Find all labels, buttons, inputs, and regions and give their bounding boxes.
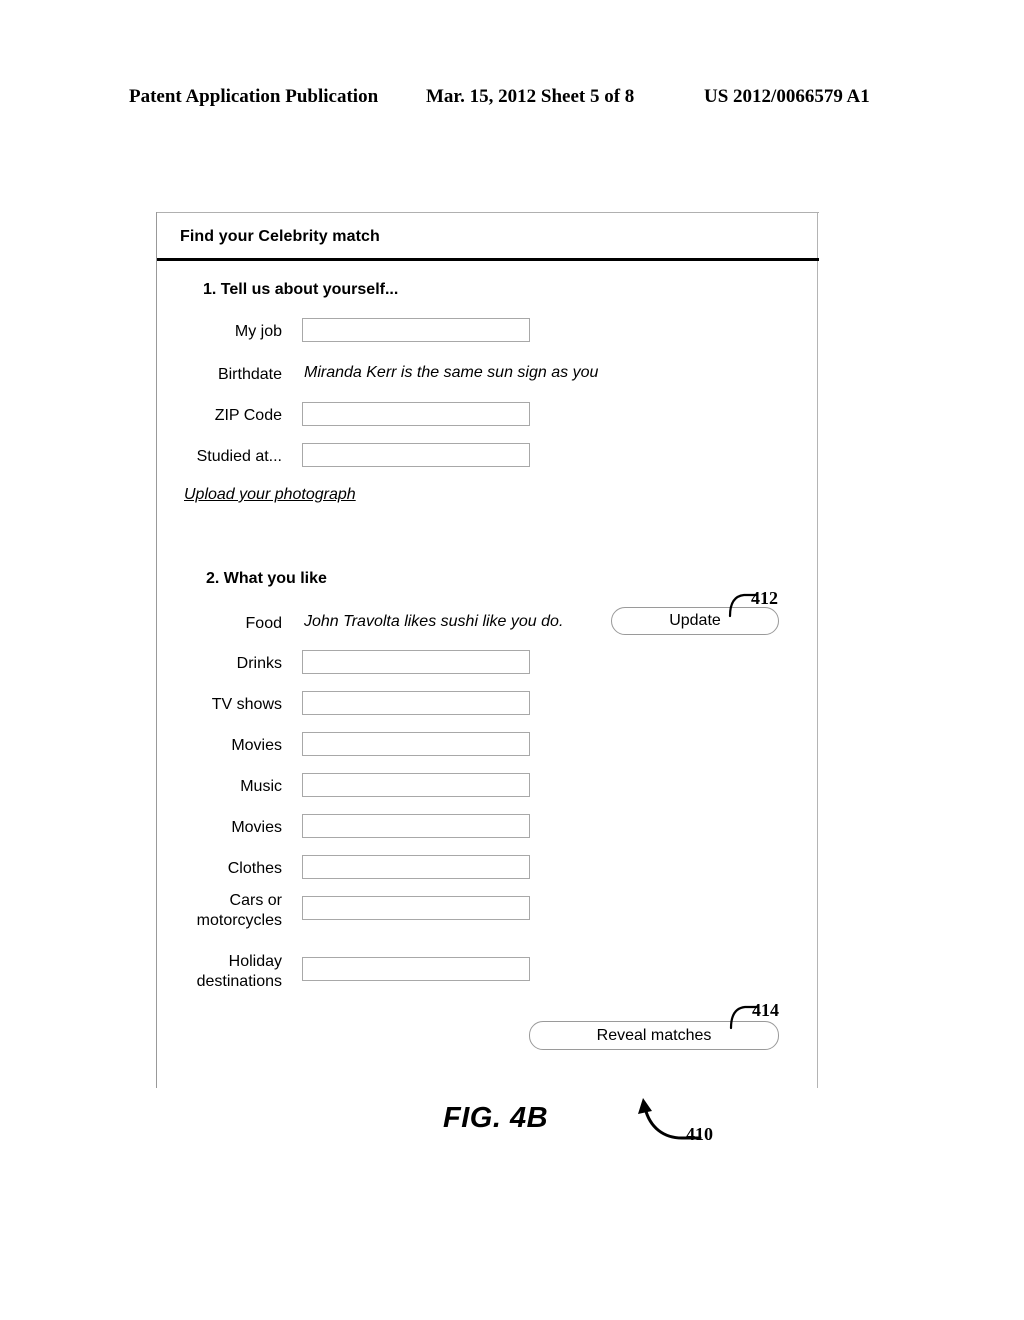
callout-label-410: 410	[686, 1124, 713, 1144]
publication-header-number: US 2012/0066579 A1	[704, 86, 870, 107]
panel-divider-rule	[157, 258, 819, 261]
label-movies-2: Movies	[231, 819, 282, 836]
form-row-clothes: Clothes	[156, 855, 856, 885]
label-tv-shows: TV shows	[211, 696, 282, 713]
page-title: Find your Celebrity match	[180, 228, 380, 245]
section-2-heading: 2. What you like	[206, 570, 327, 587]
input-clothes[interactable]	[302, 855, 530, 879]
form-row-tv-shows: TV shows	[156, 691, 856, 721]
label-music: Music	[240, 778, 282, 795]
publication-header-date: Mar. 15, 2012 Sheet 5 of 8	[426, 86, 635, 107]
input-movies-1[interactable]	[302, 732, 530, 756]
form-row-zip-code: ZIP Code	[156, 402, 856, 432]
form-row-holiday-destinations: Holiday destinations	[156, 953, 856, 990]
label-my-job: My job	[234, 323, 282, 340]
label-clothes: Clothes	[227, 860, 282, 877]
form-row-cars-or-motorcycles: Cars or motorcycles	[156, 892, 856, 929]
figure-caption: FIG. 4B	[443, 1102, 549, 1134]
input-tv-shows[interactable]	[302, 691, 530, 715]
form-row-birthdate: Birthdate Miranda Kerr is the same sun s…	[156, 361, 856, 391]
input-movies-2[interactable]	[302, 814, 530, 838]
form-row-movies-2: Movies	[156, 814, 856, 844]
input-music[interactable]	[302, 773, 530, 797]
input-studied-at[interactable]	[302, 443, 530, 467]
input-cars-or-motorcycles[interactable]	[302, 896, 530, 920]
callout-label-414: 414	[752, 1000, 779, 1020]
label-food: Food	[245, 615, 282, 632]
input-holiday-destinations[interactable]	[302, 957, 530, 981]
food-match-message: John Travolta likes sushi like you do.	[304, 613, 564, 630]
birthdate-match-message: Miranda Kerr is the same sun sign as you	[304, 364, 599, 381]
form-row-studied-at: Studied at...	[156, 443, 856, 473]
input-my-job[interactable]	[302, 318, 530, 342]
publication-header: Patent Application Publication Mar. 15, …	[0, 86, 1024, 114]
label-holiday-destinations: Holiday destinations	[196, 953, 282, 990]
input-zip-code[interactable]	[302, 402, 530, 426]
upload-photograph-link[interactable]: Upload your photograph	[184, 486, 356, 504]
input-drinks[interactable]	[302, 650, 530, 674]
form-row-drinks: Drinks	[156, 650, 856, 680]
publication-header-left: Patent Application Publication	[129, 86, 379, 107]
label-zip-code: ZIP Code	[214, 407, 282, 424]
label-movies-1: Movies	[231, 737, 282, 754]
form-row-movies-1: Movies	[156, 732, 856, 762]
callout-label-412: 412	[751, 588, 778, 608]
section-1-heading: 1. Tell us about yourself...	[203, 281, 399, 298]
label-birthdate: Birthdate	[217, 366, 282, 383]
label-drinks: Drinks	[236, 655, 282, 672]
form-row-my-job: My job	[156, 318, 856, 348]
form-row-music: Music	[156, 773, 856, 803]
label-cars-or-motorcycles: Cars or motorcycles	[196, 892, 282, 929]
label-studied-at: Studied at...	[196, 448, 282, 465]
